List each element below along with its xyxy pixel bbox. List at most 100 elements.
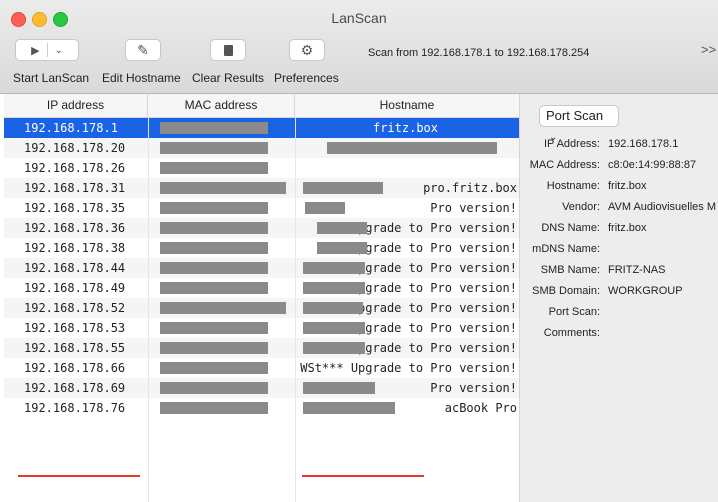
detail-label: SMB Domain: [532, 285, 600, 297]
port-scan-label: Port Scan [546, 108, 604, 123]
play-icon: ▶ [31, 44, 40, 57]
edit-hostname-button[interactable]: ✎ [125, 39, 161, 61]
red-annotation-underline [18, 475, 140, 477]
ip-address-cell: 192.168.178.1 [24, 121, 118, 135]
table-row[interactable]: 192.168.178.52 Upgrade to Pro version! [4, 298, 519, 318]
ip-address-cell: 192.168.178.69 [24, 381, 126, 395]
hostname-redacted [303, 282, 365, 294]
mac-address-redacted [160, 162, 268, 174]
mac-address-redacted [160, 262, 268, 274]
table-row[interactable]: 192.168.178.69 Pro version! [4, 378, 519, 398]
detail-label: mDNS Name: [532, 243, 600, 255]
hostname-cell: WSt*** Upgrade to Pro version! [300, 361, 517, 375]
ip-address-cell: 192.168.178.55 [24, 341, 126, 355]
gear-icon: ⚙ [300, 41, 314, 58]
table-row[interactable]: 192.168.178.55 pgrade to Pro version! [4, 338, 519, 358]
hostname-redacted [303, 302, 363, 314]
detail-label: SMB Name: [540, 264, 600, 276]
detail-value: fritz.box [608, 180, 647, 192]
start-scan-button[interactable]: ▶ ⌄ [15, 39, 79, 61]
mac-address-redacted [160, 142, 268, 154]
detail-value: c8:0e:14:99:88:87 [608, 159, 697, 171]
details-panel: Port Scan ⌄ IP Address: 192.168.178.1 MAC … [519, 94, 718, 502]
toolbar-overflow-button[interactable]: >> [701, 42, 716, 57]
table-row[interactable]: 192.168.178.1 fritz.box [4, 118, 519, 138]
mac-address-redacted [160, 282, 268, 294]
ip-address-cell: 192.168.178.38 [24, 241, 126, 255]
ip-address-cell: 192.168.178.52 [24, 301, 126, 315]
mac-address-redacted [160, 302, 286, 314]
scan-range-text: Scan from 192.168.178.1 to 192.168.178.2… [368, 47, 590, 59]
mac-address-redacted [160, 222, 268, 234]
hostname-redacted [303, 322, 365, 334]
window-title: LanScan [331, 10, 387, 26]
table-row[interactable]: 192.168.178.31 pro.fritz.box [4, 178, 519, 198]
ip-address-cell: 192.168.178.26 [24, 161, 126, 175]
mac-address-redacted [160, 382, 268, 394]
mac-address-redacted [160, 342, 268, 354]
hostname-redacted [303, 262, 365, 274]
column-header-hostname[interactable]: Hostname [295, 94, 519, 117]
detail-value: fritz.box [608, 222, 647, 234]
hostname-cell: fritz.box [372, 121, 439, 135]
detail-label: IP Address: [543, 138, 600, 150]
table-row[interactable]: 192.168.178.35 Pro version! [4, 198, 519, 218]
table-row[interactable]: 192.168.178.76 acBook Pro [4, 398, 519, 418]
ip-address-cell: 192.168.178.35 [24, 201, 126, 215]
ip-address-cell: 192.168.178.44 [24, 261, 126, 275]
detail-value: 192.168.178.1 [608, 138, 679, 150]
column-header-mac[interactable]: MAC address [148, 94, 295, 117]
detail-label: Comments: [543, 327, 600, 339]
detail-value: AVM Audiovisuelles M [608, 201, 717, 213]
mac-address-redacted [160, 202, 268, 214]
chevron-down-icon: ⌄ [54, 44, 63, 56]
ip-address-cell: 192.168.178.31 [24, 181, 126, 195]
preferences-button[interactable]: ⚙ [289, 39, 325, 61]
ip-address-cell: 192.168.178.36 [24, 221, 126, 235]
hostname-redacted [317, 242, 367, 254]
hostname-redacted [327, 142, 497, 154]
ip-address-cell: 192.168.178.49 [24, 281, 126, 295]
edit-hostname-label: Edit Hostname [102, 71, 181, 85]
table-row[interactable]: 192.168.178.26 [4, 158, 519, 178]
detail-label: Hostname: [546, 180, 600, 192]
hostname-redacted [305, 202, 345, 214]
mac-address-redacted [160, 362, 268, 374]
hostname-redacted [317, 222, 367, 234]
pencil-icon: ✎ [137, 41, 149, 58]
detail-label: MAC Address: [529, 159, 600, 171]
mac-address-redacted [160, 322, 268, 334]
mac-address-redacted [160, 402, 268, 414]
column-divider [295, 118, 296, 502]
preferences-label: Preferences [274, 71, 339, 85]
detail-label: Vendor: [562, 201, 600, 213]
table-row[interactable]: 192.168.178.49 Upgrade to Pro version! [4, 278, 519, 298]
ip-address-cell: 192.168.178.20 [24, 141, 126, 155]
table-row[interactable]: 192.168.178.66 WSt*** Upgrade to Pro vers… [4, 358, 519, 378]
column-header-ip[interactable]: IP address [4, 94, 148, 117]
detail-value: WORKGROUP [608, 285, 683, 297]
table-row[interactable]: 192.168.178.53 Upgrade to Pro version! [4, 318, 519, 338]
results-table: IP address MAC address Hostname 192.168.… [4, 94, 519, 502]
ip-address-cell: 192.168.178.53 [24, 321, 126, 335]
clear-results-button[interactable] [210, 39, 246, 61]
port-scan-dropdown[interactable]: Port Scan ⌄ [539, 105, 619, 143]
hostname-redacted [303, 342, 365, 354]
red-annotation-underline [302, 475, 424, 477]
ip-address-cell: 192.168.178.66 [24, 361, 126, 375]
trash-icon [223, 44, 233, 56]
hostname-redacted [303, 182, 383, 194]
mac-address-redacted [160, 182, 286, 194]
mac-address-redacted [160, 122, 268, 134]
mac-address-redacted [160, 242, 268, 254]
hostname-redacted [303, 382, 375, 394]
detail-value: FRITZ-NAS [608, 264, 666, 276]
table-row[interactable]: 192.168.178.44 pgrade to Pro version! [4, 258, 519, 278]
detail-label: DNS Name: [541, 222, 600, 234]
title-bar: LanScan ▶ ⌄ ✎ ⚙ Start LanScan Edit Hostn… [0, 0, 718, 94]
detail-label: Port Scan: [548, 306, 600, 318]
table-row[interactable]: 192.168.178.38 Upgrade to Pro version! [4, 238, 519, 258]
table-row[interactable]: 192.168.178.20 [4, 138, 519, 158]
hostname-redacted [303, 402, 395, 414]
table-row[interactable]: 192.168.178.36 Upgrade to Pro version! [4, 218, 519, 238]
